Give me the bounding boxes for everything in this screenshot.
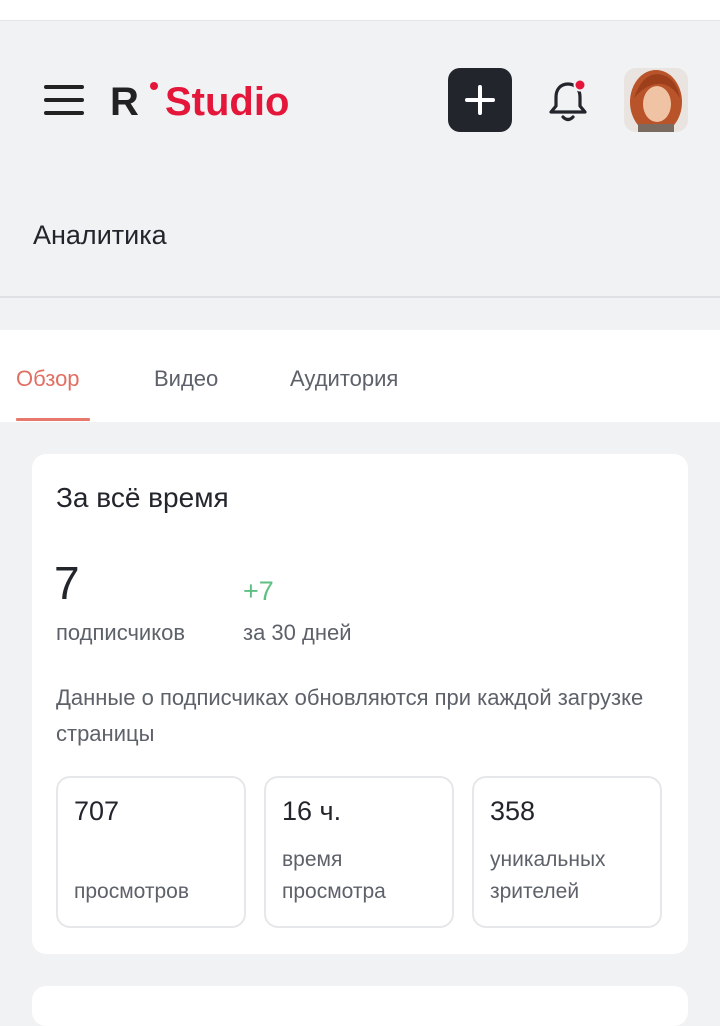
- stat-value: 707: [74, 796, 120, 826]
- tab-video[interactable]: Видео: [154, 366, 218, 392]
- tab-overview[interactable]: Обзор: [16, 366, 80, 392]
- hamburger-icon[interactable]: [44, 85, 84, 115]
- stat-label: время просмотра: [282, 848, 386, 903]
- plus-icon: [465, 85, 495, 115]
- subscribers-count: 7: [54, 557, 80, 609]
- subscribers-note: Данные о подписчиках обновляются при каж…: [56, 685, 644, 746]
- subscribers-label: подписчиков: [56, 620, 186, 645]
- delta-period-label: за 30 дней: [243, 620, 352, 645]
- logo-text: Studio: [165, 80, 289, 124]
- card-title: За всё время: [56, 482, 229, 513]
- rstudio-logo[interactable]: R Studio: [110, 75, 330, 125]
- stat-watch-time: 16 ч. время просмотра: [264, 776, 454, 928]
- stat-unique-viewers: 358 уникальных зрителей: [472, 776, 662, 928]
- subscribers-delta: +7: [243, 576, 274, 606]
- next-card: [32, 986, 688, 1026]
- overview-card: За всё время 7 подписчиков +7 за 30 дней…: [32, 454, 688, 954]
- page-title: Аналитика: [33, 220, 167, 250]
- stat-views: 707 просмотров: [56, 776, 246, 928]
- stat-label: уникальных зрителей: [490, 848, 606, 903]
- notification-dot: [573, 78, 587, 92]
- status-strip: [0, 0, 720, 21]
- avatar[interactable]: [624, 68, 688, 132]
- divider: [0, 296, 720, 298]
- tab-audience[interactable]: Аудитория: [290, 366, 398, 392]
- stat-value: 358: [490, 796, 536, 826]
- bell-icon[interactable]: [546, 78, 590, 124]
- tab-bar: Обзор Видео Аудитория: [0, 330, 720, 422]
- logo-letter: R: [110, 80, 139, 124]
- add-button[interactable]: [448, 68, 512, 132]
- stat-value: 16 ч.: [282, 796, 342, 826]
- active-tab-indicator: [16, 418, 90, 421]
- app-header: R Studio: [0, 21, 720, 181]
- stat-label: просмотров: [74, 880, 190, 903]
